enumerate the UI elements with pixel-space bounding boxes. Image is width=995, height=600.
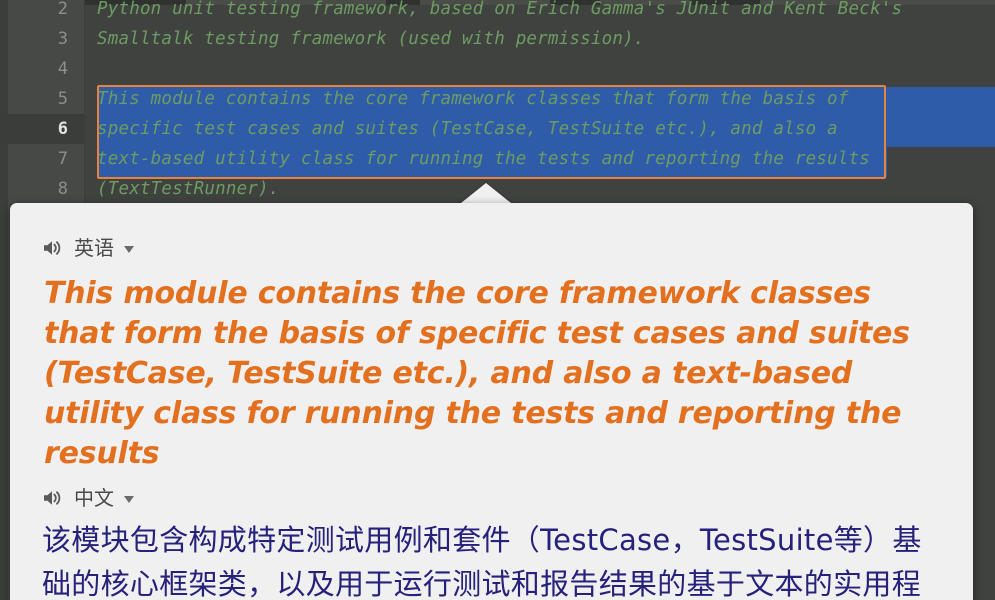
line-number-8: 8 [57, 179, 68, 199]
code-line-8: (TextTestRunner). [97, 179, 280, 199]
line-number-4: 4 [57, 59, 68, 79]
source-language-label: 英语 [74, 236, 114, 260]
target-language-row[interactable]: 中文 [10, 474, 973, 510]
line-number-5: 5 [57, 89, 68, 109]
code-line-2: Python unit testing framework, based on … [97, 0, 903, 19]
code-line-7: text-based utility class for running the… [97, 149, 870, 169]
code-line-6: specific test cases and suites (TestCase… [97, 119, 838, 139]
target-text: 该模块包含构成特定测试用例和套件（TestCase，TestSuite等）基础的… [42, 523, 922, 600]
speaker-icon[interactable] [41, 236, 65, 260]
chevron-down-icon[interactable] [124, 246, 134, 253]
source-language-row[interactable]: 英语 [10, 203, 973, 260]
speaker-icon[interactable] [41, 486, 65, 510]
line-number-7: 7 [57, 149, 68, 169]
target-language-label: 中文 [74, 486, 114, 510]
line-number-3: 3 [57, 29, 68, 49]
line-number-6: 6 [57, 119, 68, 139]
code-line-5: This module contains the core framework … [97, 89, 849, 109]
app-root: 2 3 4 5 6 7 8 Python unit testing framew… [0, 0, 995, 600]
code-line-3: Smalltalk testing framework (used with p… [97, 29, 645, 49]
translation-popup[interactable]: 英语 This module contains the core framewo… [10, 203, 973, 600]
source-text: This module contains the core framework … [44, 276, 910, 471]
chevron-down-icon[interactable] [124, 496, 134, 503]
line-number-2: 2 [57, 0, 68, 19]
